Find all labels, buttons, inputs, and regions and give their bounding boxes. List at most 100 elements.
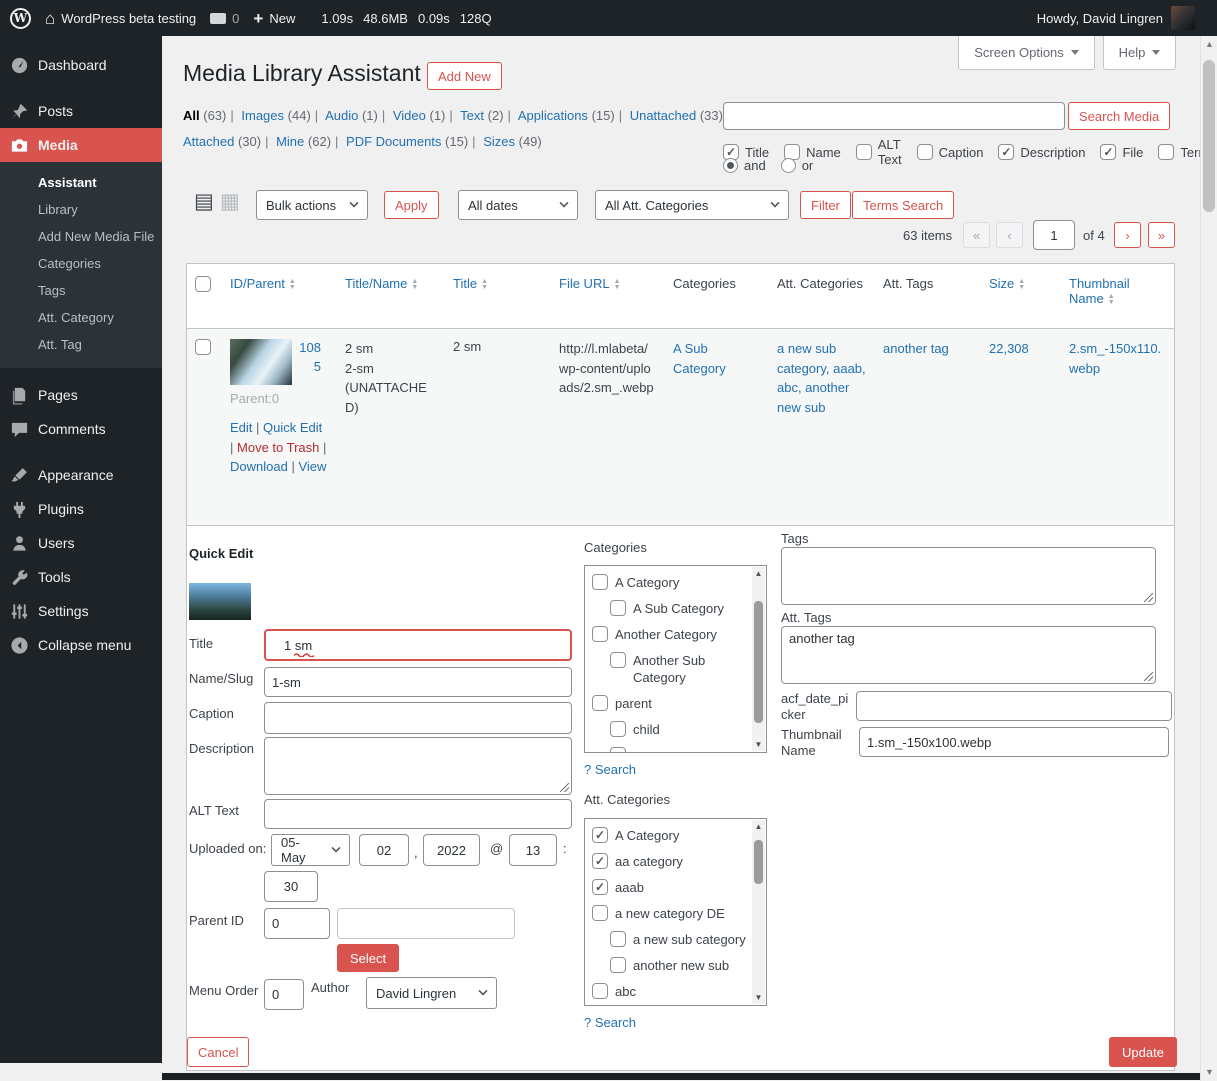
sort-icon[interactable] <box>614 279 621 291</box>
first-page-button[interactable]: « <box>963 222 990 248</box>
title-input[interactable] <box>264 629 572 661</box>
sort-icon[interactable] <box>411 279 418 291</box>
or-radio[interactable] <box>781 158 796 173</box>
sidebar-item-dashboard[interactable]: Dashboard <box>0 48 162 82</box>
column-title-name[interactable]: Title/Name <box>345 276 407 291</box>
month-select[interactable]: 05-May <box>271 834 350 866</box>
att-category-checkbox[interactable] <box>610 931 626 947</box>
select-all-checkbox[interactable] <box>195 276 211 292</box>
all-dates-select[interactable]: All dates <box>458 190 578 220</box>
thumbnail-name-input[interactable] <box>859 727 1169 757</box>
row-categories[interactable]: A Sub Category <box>665 329 769 525</box>
day-input[interactable] <box>359 834 409 866</box>
att-category-checkbox[interactable] <box>592 983 608 999</box>
submenu-item-att-category[interactable]: Att. Category <box>0 304 162 331</box>
sidebar-item-plugins[interactable]: Plugins <box>0 492 162 526</box>
minute-input[interactable] <box>264 871 318 902</box>
filter-applications[interactable]: Applications <box>518 108 588 123</box>
alt-text-input[interactable] <box>264 799 572 829</box>
scroll-down-icon[interactable]: ▼ <box>1201 1064 1217 1081</box>
download-link[interactable]: Download <box>230 459 288 474</box>
column-size[interactable]: Size <box>989 276 1014 291</box>
grid-view-icon[interactable]: ▦ <box>220 191 240 213</box>
quick-edit-link[interactable]: Quick Edit <box>263 420 322 435</box>
last-page-button[interactable]: » <box>1148 222 1175 248</box>
all-att-categories-select[interactable]: All Att. Categories <box>595 190 789 220</box>
categories-scrollbar[interactable]: ▲▼ <box>752 567 765 751</box>
submenu-item-categories[interactable]: Categories <box>0 250 162 277</box>
submenu-item-att-tag[interactable]: Att. Tag <box>0 331 162 358</box>
att-tags-textarea[interactable]: another tag <box>781 626 1156 684</box>
row-att-tags[interactable]: another tag <box>875 329 981 525</box>
help-button[interactable]: Help <box>1103 36 1176 70</box>
att-category-checkbox[interactable] <box>610 957 626 973</box>
search-description-checkbox[interactable] <box>998 144 1014 160</box>
category-checkbox[interactable] <box>610 652 626 668</box>
filter-sizes[interactable]: Sizes <box>483 134 515 149</box>
category-checkbox[interactable] <box>610 600 626 616</box>
sidebar-item-collapse-menu[interactable]: Collapse menu <box>0 628 162 662</box>
search-caption-checkbox[interactable] <box>917 144 933 160</box>
att-categories-scrollbar[interactable]: ▲▼ <box>752 820 765 1004</box>
tags-textarea[interactable] <box>781 547 1156 605</box>
att-category-checkbox[interactable] <box>592 853 608 869</box>
and-radio[interactable] <box>723 158 738 173</box>
search-file-checkbox[interactable] <box>1100 144 1116 160</box>
filter-pdf-documents[interactable]: PDF Documents <box>346 134 441 149</box>
caption-textarea[interactable] <box>264 702 572 734</box>
edit-link[interactable]: Edit <box>230 420 252 435</box>
author-select[interactable]: David Lingren <box>366 977 497 1009</box>
att-categories-search-link[interactable]: ? Search <box>584 1015 636 1030</box>
column-id-parent[interactable]: ID/Parent <box>230 276 285 291</box>
category-checkbox[interactable] <box>610 721 626 737</box>
att-category-checkbox[interactable] <box>592 905 608 921</box>
sidebar-item-settings[interactable]: Settings <box>0 594 162 628</box>
howdy-user[interactable]: Howdy, David Lingren <box>1037 11 1163 26</box>
site-menu[interactable]: ⌂ WordPress beta testing <box>45 10 196 27</box>
scrollbar-thumb[interactable] <box>1203 60 1215 212</box>
media-thumbnail[interactable] <box>230 339 292 385</box>
submenu-item-assistant[interactable]: Assistant <box>0 169 162 196</box>
current-page-input[interactable] <box>1033 220 1075 250</box>
name-slug-input[interactable] <box>264 667 572 697</box>
year-input[interactable] <box>423 834 480 866</box>
search-input[interactable] <box>723 102 1065 130</box>
filter-audio[interactable]: Audio <box>325 108 358 123</box>
hour-input[interactable] <box>509 834 557 866</box>
next-page-button[interactable]: › <box>1114 222 1141 248</box>
sidebar-item-users[interactable]: Users <box>0 526 162 560</box>
avatar[interactable] <box>1171 6 1195 30</box>
sidebar-item-tools[interactable]: Tools <box>0 560 162 594</box>
bulk-actions-select[interactable]: Bulk actions <box>256 190 368 220</box>
terms-search-button[interactable]: Terms Search <box>852 191 954 219</box>
search-terms-checkbox[interactable] <box>1158 144 1174 160</box>
sidebar-item-posts[interactable]: Posts <box>0 94 162 128</box>
apply-button[interactable]: Apply <box>384 191 439 219</box>
sidebar-item-appearance[interactable]: Appearance <box>0 458 162 492</box>
filter-unattached[interactable]: Unattached <box>630 108 697 123</box>
parent-id-input[interactable] <box>264 908 330 939</box>
submenu-item-add-new-media-file[interactable]: Add New Media File <box>0 223 162 250</box>
prev-page-button[interactable]: ‹ <box>996 222 1023 248</box>
category-checkbox[interactable] <box>592 695 608 711</box>
acf-date-picker-input[interactable] <box>856 691 1172 721</box>
scroll-up-icon[interactable]: ▲ <box>1201 36 1217 53</box>
column-thumbnail-name[interactable]: Thumbnail Name <box>1069 276 1130 306</box>
select-parent-button[interactable]: Select <box>337 944 399 972</box>
sidebar-item-pages[interactable]: Pages <box>0 378 162 412</box>
category-checkbox[interactable] <box>592 626 608 642</box>
sort-icon[interactable] <box>1018 279 1025 291</box>
sort-icon[interactable] <box>1108 294 1115 306</box>
description-textarea[interactable] <box>264 737 572 795</box>
parent-search-input[interactable] <box>337 908 515 939</box>
column-file-url[interactable]: File URL <box>559 276 610 291</box>
submenu-item-tags[interactable]: Tags <box>0 277 162 304</box>
sort-icon[interactable] <box>481 279 488 291</box>
categories-search-link[interactable]: ? Search <box>584 762 636 777</box>
wordpress-logo-icon[interactable]: W <box>10 8 31 29</box>
row-att-categories[interactable]: a new sub category, aaab, abc, another n… <box>769 329 875 525</box>
sidebar-item-comments[interactable]: Comments <box>0 412 162 446</box>
filter-video[interactable]: Video <box>393 108 426 123</box>
submenu-item-library[interactable]: Library <box>0 196 162 223</box>
update-button[interactable]: Update <box>1109 1037 1177 1067</box>
